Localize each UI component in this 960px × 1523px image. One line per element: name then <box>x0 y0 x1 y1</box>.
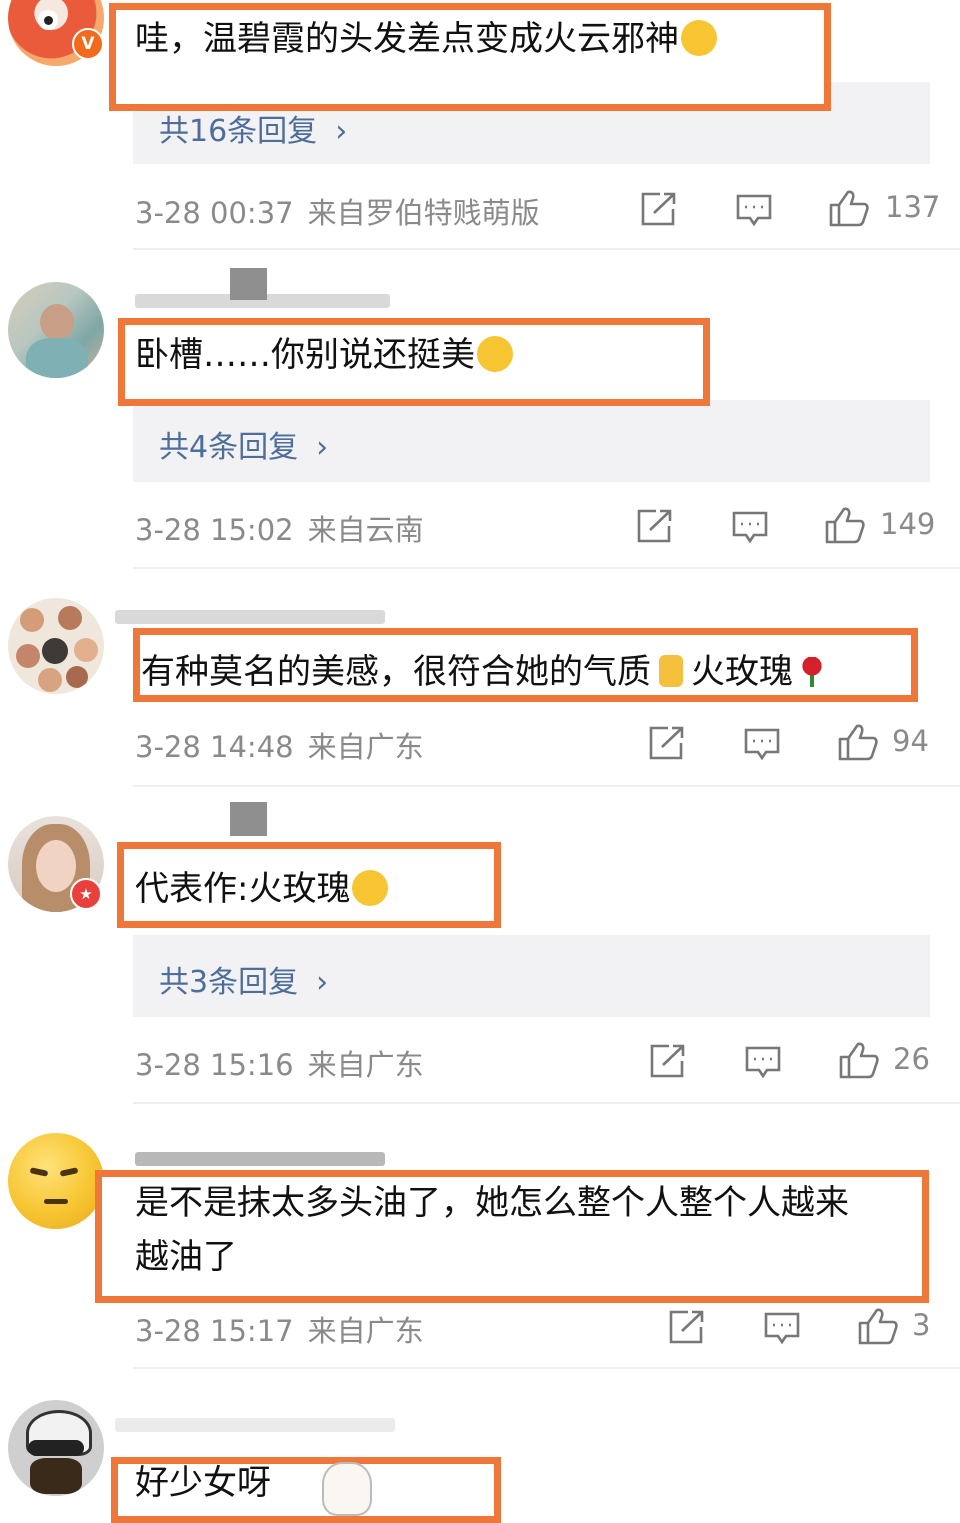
laughing-emoji-icon <box>681 20 717 56</box>
crying-laughing-emoji-icon <box>352 870 389 906</box>
username-blurred <box>115 610 385 624</box>
comment-text: 是不是抹太多头油了，她怎么整个人整个人越来 越油了 <box>135 1183 849 1277</box>
censor-block <box>230 802 267 836</box>
censor-block <box>230 268 267 300</box>
share-icon[interactable] <box>636 508 674 544</box>
avatar[interactable] <box>8 282 104 378</box>
comment-meta: 3-28 14:48 来自广东 <box>135 724 424 766</box>
comment-text: 有种莫名的美感，很符合她的气质 火玫瑰 <box>141 645 823 699</box>
divider <box>133 1367 960 1369</box>
thumbs-up-icon[interactable] <box>828 188 870 228</box>
like-count: 26 <box>893 1042 930 1076</box>
thumbs-up-icon[interactable] <box>824 505 866 545</box>
thumbs-up-emoji-icon <box>659 655 683 687</box>
avatar[interactable] <box>8 1133 104 1229</box>
reply-box: 共4条回复 › <box>133 400 930 482</box>
thumbs-up-icon[interactable] <box>857 1306 899 1346</box>
replies-link[interactable]: 共3条回复 › <box>159 957 328 1001</box>
like-count: 137 <box>885 190 941 224</box>
source-label: 来自广东 <box>307 1314 424 1348</box>
source-label: 来自罗伯特贱萌版 <box>307 196 540 230</box>
comment-text: 代表作:火玫瑰 <box>135 862 389 916</box>
comment-icon[interactable] <box>731 510 769 544</box>
timestamp: 3-28 14:48 <box>135 730 294 764</box>
divider <box>133 785 960 787</box>
comment-meta: 3-28 15:16 来自广东 <box>135 1042 424 1084</box>
like-count: 3 <box>912 1308 931 1342</box>
avatar[interactable] <box>8 598 104 694</box>
comment-text: 好少女呀 <box>135 1463 271 1503</box>
rose-emoji-icon <box>801 657 823 687</box>
chevron-right-icon: › <box>316 430 329 465</box>
chevron-right-icon: › <box>335 114 348 149</box>
username-blurred <box>115 1418 395 1432</box>
replies-link[interactable]: 共16条回复 › <box>159 106 347 150</box>
username-blurred <box>135 1152 385 1166</box>
comment-icon[interactable] <box>735 193 773 227</box>
thumbs-up-icon[interactable] <box>838 1040 880 1080</box>
source-label: 来自云南 <box>307 513 424 547</box>
crying-laughing-emoji-icon <box>477 336 513 372</box>
source-label: 来自广东 <box>307 730 424 764</box>
divider <box>133 1102 960 1104</box>
comment-text: 卧槽……你别说还挺美 <box>135 328 513 382</box>
comment-icon[interactable] <box>744 1045 782 1079</box>
share-icon[interactable] <box>640 191 678 227</box>
comment-icon[interactable] <box>763 1311 801 1345</box>
timestamp: 3-28 00:37 <box>135 196 294 230</box>
like-count: 149 <box>880 507 936 541</box>
thumbs-up-icon[interactable] <box>837 722 879 762</box>
like-count: 94 <box>892 724 929 758</box>
share-icon[interactable] <box>649 1043 687 1079</box>
cartoon-sticker <box>322 1462 372 1516</box>
verified-star-badge: ★ <box>70 878 102 910</box>
timestamp: 3-28 15:16 <box>135 1048 294 1082</box>
timestamp: 3-28 15:02 <box>135 513 294 547</box>
avatar[interactable] <box>8 1400 104 1496</box>
divider <box>133 248 960 250</box>
comment-meta: 3-28 15:17 来自广东 <box>135 1308 424 1350</box>
divider <box>133 567 960 569</box>
verified-badge: V <box>72 28 104 60</box>
replies-link[interactable]: 共4条回复 › <box>159 422 328 466</box>
comment-icon[interactable] <box>743 727 781 761</box>
comment-meta: 3-28 00:37 来自罗伯特贱萌版 <box>135 190 540 232</box>
comment-text: 哇，温碧霞的头发差点变成火云邪神 <box>135 12 717 66</box>
chevron-right-icon: › <box>316 965 329 1000</box>
source-label: 来自广东 <box>307 1048 424 1082</box>
reply-box: 共3条回复 › <box>133 935 930 1017</box>
share-icon[interactable] <box>648 725 686 761</box>
share-icon[interactable] <box>668 1309 706 1345</box>
timestamp: 3-28 15:17 <box>135 1314 294 1348</box>
comment-meta: 3-28 15:02 来自云南 <box>135 507 424 549</box>
